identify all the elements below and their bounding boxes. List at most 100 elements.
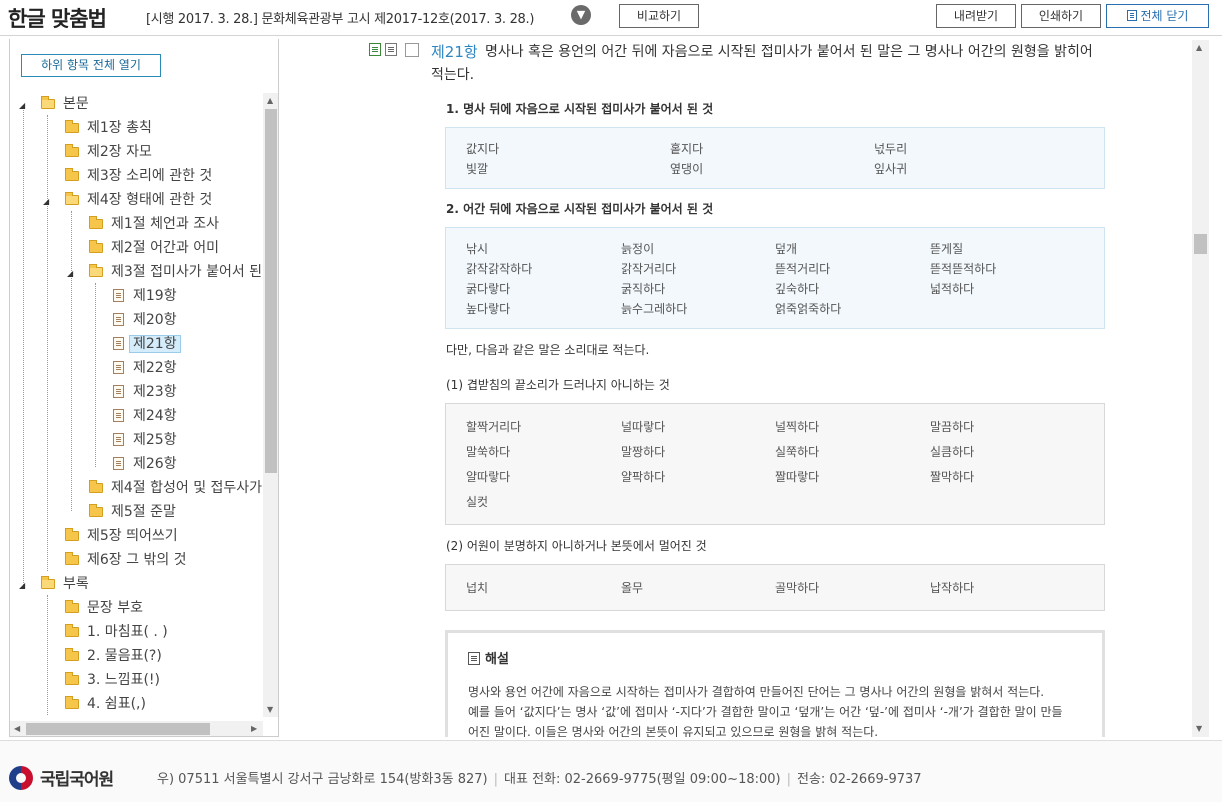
content-vertical-scrollbar[interactable]: ▲ ▼ xyxy=(1192,40,1209,737)
tree-item[interactable]: 제26항 xyxy=(113,453,177,475)
scroll-thumb[interactable] xyxy=(265,109,277,473)
tree-item-selected[interactable]: 제21항 xyxy=(113,333,181,355)
collapse-icon[interactable]: ◢ xyxy=(67,269,73,278)
scroll-up-icon[interactable]: ▲ xyxy=(1196,43,1202,52)
article-checkbox[interactable] xyxy=(405,43,419,57)
example-box: 낚시 늙정이 덮개 뜯게질 갉작갉작하다 갉작거리다 뜯적거리다 뜯적뜯적하다 … xyxy=(445,227,1105,329)
collapse-icon[interactable]: ◢ xyxy=(43,197,49,206)
chevron-down-icon[interactable]: ▼ xyxy=(571,5,591,25)
tree-item[interactable]: 3. 느낌표(!) xyxy=(65,669,160,691)
tree-item[interactable]: 제19항 xyxy=(113,285,177,307)
tree-item[interactable]: 제2절 어간과 어미 xyxy=(89,237,219,259)
example-word: 넙치 xyxy=(466,581,489,595)
article-number[interactable]: 제21항 xyxy=(431,41,478,62)
list-icon xyxy=(1126,10,1137,21)
tree-item[interactable]: 제23항 xyxy=(113,381,177,403)
example-word: 뜯적거리다 xyxy=(775,262,831,276)
folder-open-icon xyxy=(89,264,103,277)
folder-open-icon xyxy=(41,96,55,109)
tree-item[interactable]: 제1절 체언과 조사 xyxy=(89,213,219,235)
tree-item[interactable]: 제4장 형태에 관한 것 xyxy=(65,189,212,211)
tree-item[interactable]: 4. 쉼표(,) xyxy=(65,693,146,715)
tree-item[interactable]: 제2장 자모 xyxy=(65,141,152,163)
exception-intro: 다만, 다음과 같은 말은 소리대로 적는다. xyxy=(446,343,650,357)
folder-icon xyxy=(65,624,79,637)
tree-line xyxy=(95,283,96,467)
logo-icon xyxy=(9,766,33,790)
tree-item[interactable]: 제5장 띄어쓰기 xyxy=(65,525,178,547)
close-all-button[interactable]: 전체 닫기 xyxy=(1106,4,1209,28)
document-icon xyxy=(113,457,124,470)
example-word: 납작하다 xyxy=(930,581,975,595)
folder-icon xyxy=(65,552,79,565)
folder-icon xyxy=(65,120,79,133)
tree-item[interactable]: 제1장 총칙 xyxy=(65,117,152,139)
collapse-icon[interactable]: ◢ xyxy=(19,581,25,590)
sidebar-vertical-scrollbar[interactable]: ▲ ▼ xyxy=(263,93,278,717)
tree-item[interactable]: 제22항 xyxy=(113,357,177,379)
compare-button[interactable]: 비교하기 xyxy=(619,4,699,28)
view-icon[interactable] xyxy=(369,43,381,56)
tree-item[interactable]: 부록 xyxy=(41,573,89,595)
example-word: 갉작거리다 xyxy=(621,262,677,276)
scroll-down-icon[interactable]: ▼ xyxy=(267,705,273,714)
tree-item[interactable]: 문장 부호 xyxy=(65,597,143,619)
tree-item[interactable]: 제20항 xyxy=(113,309,177,331)
example-word: 옆댕이 xyxy=(670,162,704,176)
tree-item[interactable]: 제5절 준말 xyxy=(89,501,176,523)
scroll-down-icon[interactable]: ▼ xyxy=(1196,724,1202,733)
tree-item[interactable]: 본문 xyxy=(41,93,89,115)
footer: 국립국어원 우) 07511 서울특별시 강서구 금낭화로 154(방화3동 8… xyxy=(0,740,1222,802)
org-name: 국립국어원 xyxy=(40,770,114,790)
explanation-body: 명사와 용언 어간에 자음으로 시작하는 접미사가 결합하여 만들어진 단어는 … xyxy=(468,685,1063,737)
tree-item[interactable]: 1. 마침표( . ) xyxy=(65,621,168,643)
tree-item[interactable]: 제3절 접미사가 붙어서 된 xyxy=(89,261,262,283)
download-button[interactable]: 내려받기 xyxy=(936,4,1016,28)
tree-item[interactable]: 제25항 xyxy=(113,429,177,451)
section-title: 1. 명사 뒤에 자음으로 시작된 접미사가 붙어서 된 것 xyxy=(446,102,714,116)
example-word: 널따랗다 xyxy=(621,420,666,434)
folder-icon xyxy=(65,648,79,661)
example-word: 굵직하다 xyxy=(621,282,666,296)
example-box: 값지다 홑지다 넋두리 빛깔 옆댕이 잎사귀 xyxy=(445,127,1105,189)
example-word: 골막하다 xyxy=(775,581,820,595)
page-title: 한글 맞춤법 xyxy=(8,7,107,31)
folder-icon xyxy=(89,216,103,229)
article-text-cont: 적는다. xyxy=(431,67,475,83)
scroll-right-icon[interactable]: ▶ xyxy=(251,724,257,733)
example-word: 잎사귀 xyxy=(874,162,908,176)
folder-icon xyxy=(89,240,103,253)
list-icon[interactable] xyxy=(385,43,397,56)
example-word: 실큼하다 xyxy=(930,445,975,459)
example-word: 갉작갉작하다 xyxy=(466,262,533,276)
folder-icon xyxy=(65,696,79,709)
example-word: 낚시 xyxy=(466,242,489,256)
example-word: 굵다랗다 xyxy=(466,282,511,296)
section-title: 2. 어간 뒤에 자음으로 시작된 접미사가 붙어서 된 것 xyxy=(446,202,714,216)
tree-item[interactable]: 2. 물음표(?) xyxy=(65,645,162,667)
example-word: 깊숙하다 xyxy=(775,282,820,296)
sidebar-horizontal-scrollbar[interactable]: ◀ ▶ xyxy=(10,721,263,736)
document-icon xyxy=(113,361,124,374)
tree-item[interactable]: 제3장 소리에 관한 것 xyxy=(65,165,212,187)
scroll-up-icon[interactable]: ▲ xyxy=(267,96,273,105)
example-word: 말쑥하다 xyxy=(466,445,511,459)
folder-open-icon xyxy=(65,192,79,205)
example-word: 얽죽얽죽하다 xyxy=(775,302,842,316)
example-word: 값지다 xyxy=(466,142,500,156)
tree-item[interactable]: 제24항 xyxy=(113,405,177,427)
tree-line xyxy=(23,105,24,585)
scroll-thumb[interactable] xyxy=(1194,234,1207,254)
explanation-title: 해설 xyxy=(468,648,509,667)
scroll-left-icon[interactable]: ◀ xyxy=(14,724,20,733)
expand-all-button[interactable]: 하위 항목 전체 열기 xyxy=(21,54,161,77)
scroll-thumb[interactable] xyxy=(26,723,210,735)
tree-line xyxy=(71,211,72,511)
folder-open-icon xyxy=(41,576,55,589)
tree-item[interactable]: 제6장 그 밖의 것 xyxy=(65,549,187,571)
collapse-icon[interactable]: ◢ xyxy=(19,101,25,110)
example-word: 할짝거리다 xyxy=(466,420,522,434)
tree-line xyxy=(47,115,48,571)
print-button[interactable]: 인쇄하기 xyxy=(1021,4,1101,28)
tree-item[interactable]: 제4절 합성어 및 접두사가 xyxy=(89,477,262,499)
